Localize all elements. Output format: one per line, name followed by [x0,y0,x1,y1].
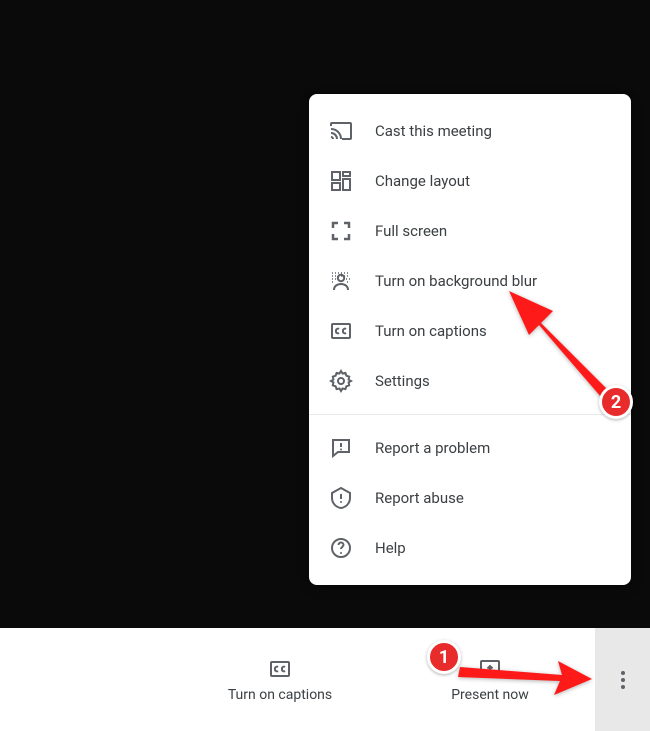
menu-item-background-blur[interactable]: Turn on background blur [309,256,631,306]
present-label: Present now [451,687,529,703]
menu-divider [309,414,631,415]
annotation-badge-2: 2 [599,385,633,419]
captions-button[interactable]: Turn on captions [175,628,385,731]
spacer [0,628,175,731]
more-options-menu: Cast this meeting Change layout Full scr… [309,94,631,585]
captions-icon [268,657,292,681]
menu-label: Turn on background blur [375,272,537,290]
menu-label: Turn on captions [375,322,487,340]
menu-item-captions[interactable]: Turn on captions [309,306,631,356]
feedback-icon [329,436,353,460]
menu-label: Settings [375,372,430,390]
layout-icon [329,169,353,193]
video-area: Cast this meeting Change layout Full scr… [0,0,650,628]
menu-item-settings[interactable]: Settings [309,356,631,406]
menu-label: Full screen [375,222,447,240]
more-vertical-icon [621,671,625,689]
report-abuse-icon [329,486,353,510]
captions-label: Turn on captions [228,687,332,703]
help-icon [329,536,353,560]
menu-item-cast[interactable]: Cast this meeting [309,106,631,156]
menu-label: Help [375,539,406,557]
fullscreen-icon [329,219,353,243]
menu-item-help[interactable]: Help [309,523,631,573]
present-now-button[interactable]: Present now [385,628,595,731]
menu-item-layout[interactable]: Change layout [309,156,631,206]
menu-label: Report a problem [375,439,490,457]
more-options-button[interactable] [595,628,650,731]
annotation-badge-1: 1 [427,640,461,674]
bottom-toolbar: Turn on captions Present now [0,628,650,731]
present-icon [478,657,502,681]
menu-item-report-problem[interactable]: Report a problem [309,423,631,473]
menu-label: Change layout [375,172,470,190]
cast-icon [329,119,353,143]
gear-icon [329,369,353,393]
menu-item-fullscreen[interactable]: Full screen [309,206,631,256]
menu-label: Report abuse [375,489,464,507]
captions-icon [329,319,353,343]
blur-person-icon [329,269,353,293]
menu-item-report-abuse[interactable]: Report abuse [309,473,631,523]
menu-label: Cast this meeting [375,122,492,140]
